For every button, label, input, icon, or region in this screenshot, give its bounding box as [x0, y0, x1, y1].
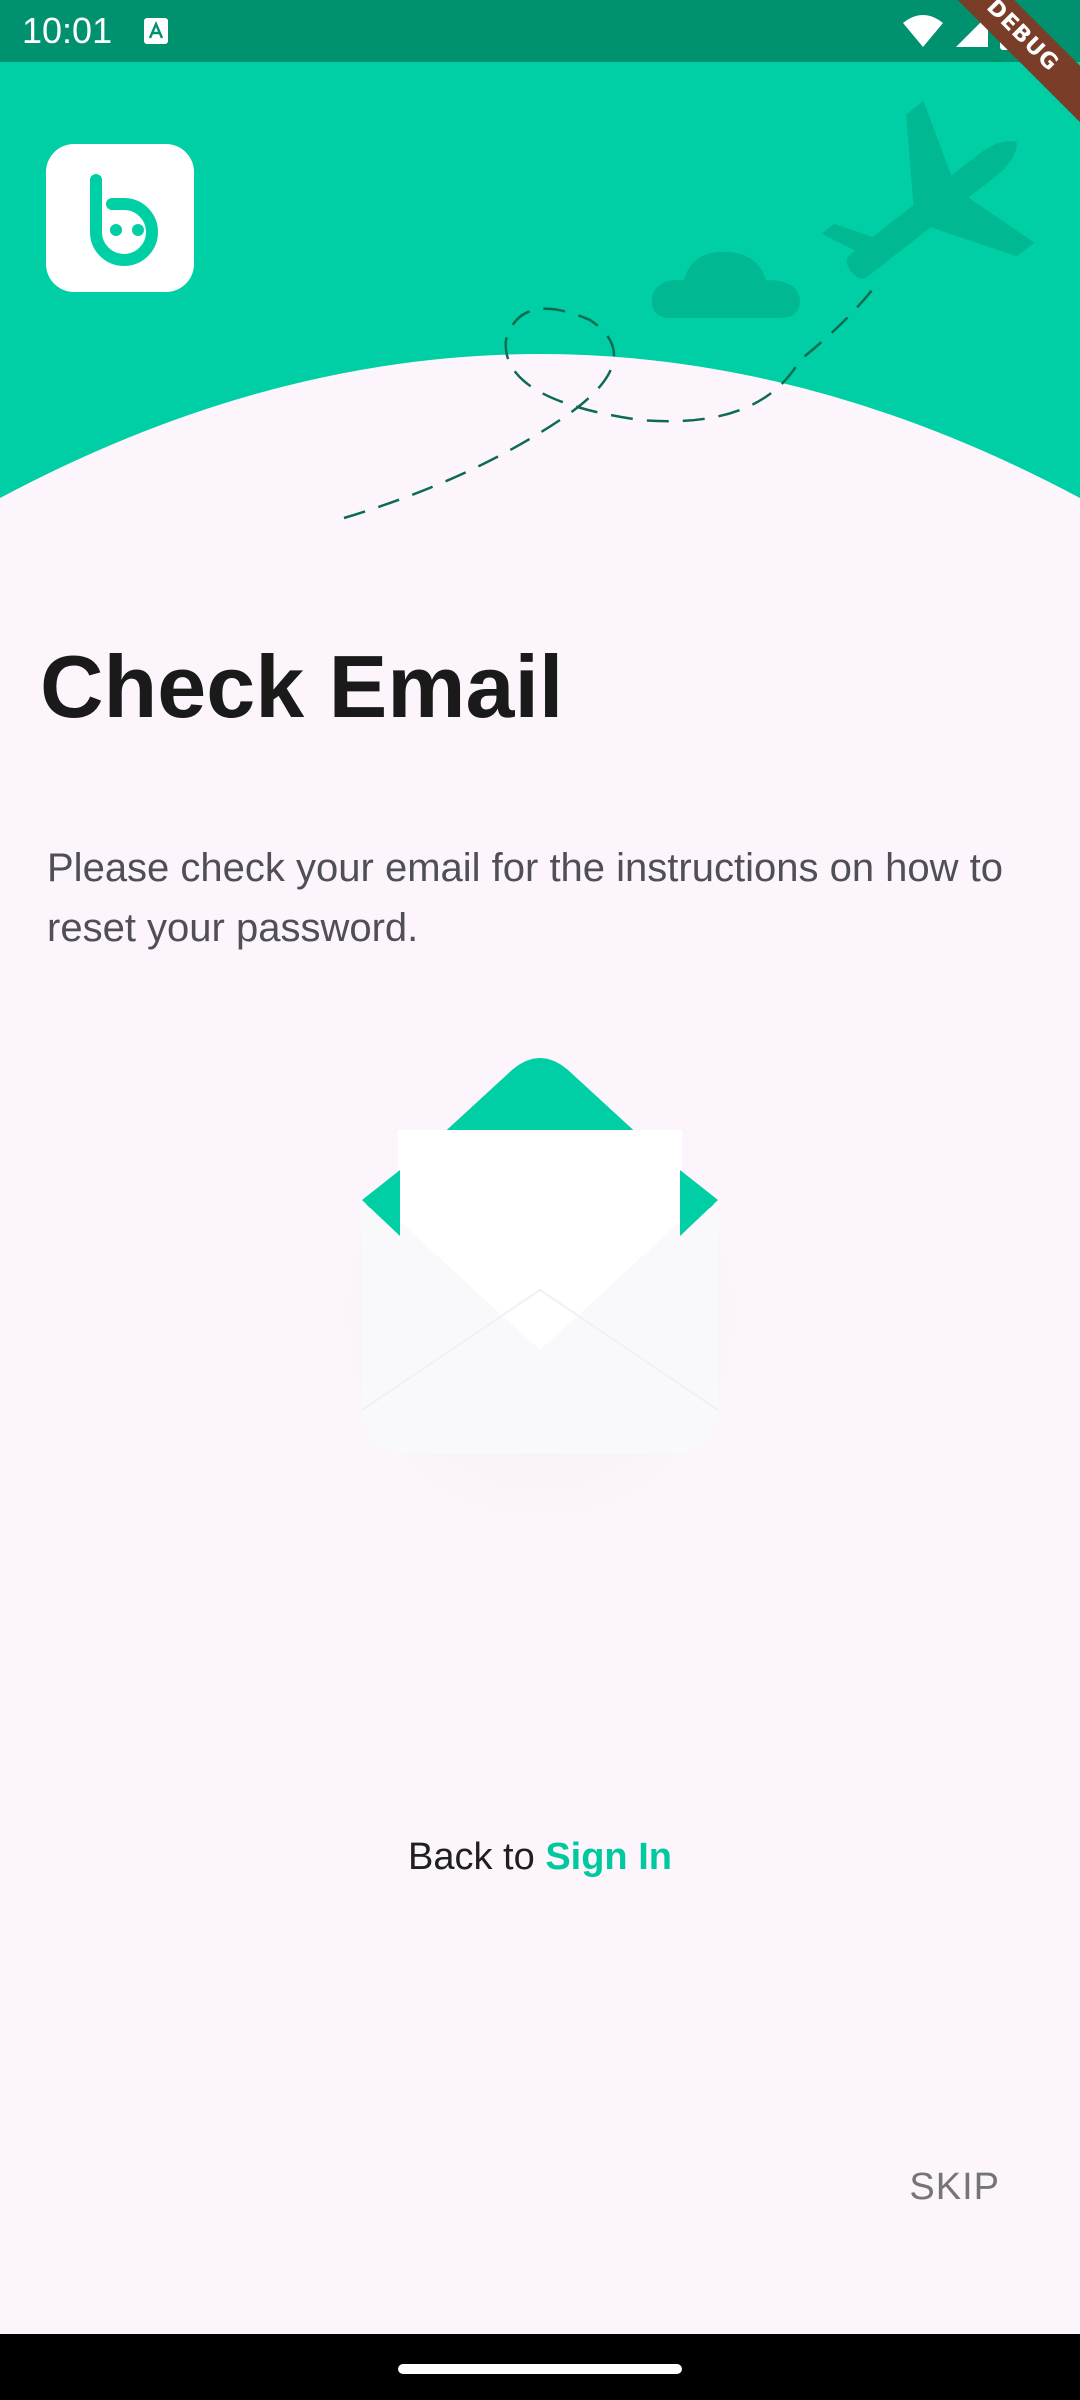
- app-logo: [46, 144, 194, 292]
- check-email-screen: 10:01 DEBUG Check Email Please check you…: [0, 0, 1080, 2400]
- home-gesture-handle[interactable]: [398, 2364, 682, 2374]
- envelope-icon: [300, 1040, 780, 1540]
- logo-icon: [90, 174, 158, 266]
- envelope-illustration: [300, 990, 780, 1540]
- skip-button[interactable]: SKIP: [909, 2162, 1000, 2212]
- page-title: Check Email: [40, 637, 564, 736]
- text-input-icon: [144, 18, 168, 44]
- system-nav-bar: [0, 2334, 1080, 2400]
- sign-in-link[interactable]: Sign In: [545, 1836, 672, 1878]
- back-to-sign-in: Back to Sign In: [0, 1832, 1080, 1882]
- wifi-icon: [903, 15, 943, 47]
- status-time: 10:01: [22, 10, 113, 51]
- dashed-flight-path: [343, 279, 881, 520]
- back-to-label: Back to: [408, 1836, 546, 1878]
- instructions-text: Please check your email for the instruct…: [47, 846, 1004, 950]
- status-bar: 10:01: [0, 0, 1080, 62]
